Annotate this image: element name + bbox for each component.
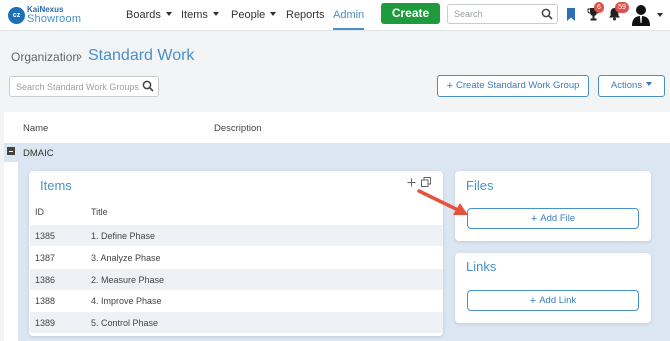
create-group-label: Create Standard Work Group	[456, 80, 580, 91]
item-id: 1385	[35, 231, 56, 241]
nav-admin[interactable]: Admin	[333, 8, 365, 30]
collapse-icon[interactable]	[7, 147, 15, 155]
item-title: 1. Define Phase	[91, 231, 156, 241]
nav-items[interactable]: Items	[181, 8, 219, 24]
item-id: 1388	[35, 296, 56, 306]
nav-boards[interactable]: Boards	[126, 8, 172, 24]
kainexus-logo[interactable]: cz KaiNexus Showroom	[8, 4, 82, 26]
item-row[interactable]: 1388 4. Improve Phase	[30, 290, 443, 311]
item-row[interactable]: 1385 1. Define Phase	[30, 225, 443, 246]
items-column-title[interactable]: Title	[91, 207, 108, 217]
logo-mark: cz	[8, 7, 25, 24]
items-column-id[interactable]: ID	[35, 207, 44, 217]
nav-people[interactable]: People	[231, 8, 277, 24]
item-title: 5. Control Phase	[91, 318, 159, 328]
plus-icon: +	[446, 80, 454, 92]
nav-reports-label: Reports	[286, 9, 325, 21]
arrow-annotation	[417, 189, 468, 215]
column-header-name[interactable]: Name	[23, 123, 48, 134]
chevron-down-icon	[165, 12, 172, 16]
item-id: 1387	[35, 253, 56, 263]
breadcrumb-separator: ›	[78, 49, 82, 63]
chevron-down-icon	[212, 12, 219, 16]
chevron-down-icon	[646, 82, 653, 86]
nav-admin-label: Admin	[333, 9, 365, 21]
create-standard-work-group-button[interactable]: + Create Standard Work Group	[437, 75, 589, 97]
bookmark-icon[interactable]	[566, 8, 576, 21]
breadcrumb-organization[interactable]: Organization	[11, 50, 79, 64]
links-panel-title: Links	[466, 259, 497, 274]
avatar-chevron-down-icon[interactable]	[657, 13, 663, 17]
item-row[interactable]: 1389 5. Control Phase	[30, 312, 443, 333]
search-icon[interactable]	[142, 80, 154, 92]
bell-badge: 59	[615, 2, 629, 13]
item-row[interactable]: 1387 3. Analyze Phase	[30, 247, 443, 268]
avatar-icon[interactable]	[632, 4, 650, 26]
global-search	[447, 4, 558, 24]
plus-icon: +	[529, 295, 537, 307]
nav-boards-label: Boards	[126, 9, 161, 21]
top-navbar: cz KaiNexus Showroom Boards Items People…	[0, 0, 670, 31]
logo-site-text: Showroom	[27, 13, 82, 25]
plus-icon: +	[530, 213, 538, 225]
global-search-input[interactable]	[448, 5, 538, 23]
page-title: Standard Work	[88, 47, 195, 64]
plus-icon[interactable]	[407, 178, 416, 187]
add-file-button[interactable]: + Add File	[467, 208, 639, 229]
column-header-description[interactable]: Description	[214, 123, 262, 134]
trophy-badge: 6	[594, 2, 604, 13]
item-id: 1389	[35, 318, 56, 328]
item-title: 2. Measure Phase	[91, 275, 165, 285]
add-file-label: Add File	[540, 213, 576, 224]
actions-label: Actions	[610, 80, 643, 91]
group-name: DMAIC	[23, 148, 54, 159]
group-search-input[interactable]	[10, 77, 140, 96]
item-row[interactable]: 1386 2. Measure Phase	[30, 269, 443, 290]
group-search	[9, 76, 159, 97]
items-panel-title: Items	[40, 178, 72, 193]
add-link-label: Add Link	[539, 295, 577, 306]
create-button[interactable]: Create	[381, 3, 440, 24]
chevron-down-icon	[270, 12, 277, 16]
search-icon[interactable]	[541, 8, 553, 20]
nav-people-label: People	[231, 9, 266, 21]
item-id: 1386	[35, 275, 56, 285]
add-link-button[interactable]: + Add Link	[467, 290, 639, 311]
nav-reports[interactable]: Reports	[286, 8, 325, 24]
actions-dropdown-button[interactable]: Actions	[598, 75, 665, 97]
group-row[interactable]	[4, 143, 670, 162]
copy-icon[interactable]	[421, 177, 431, 187]
nav-items-label: Items	[181, 9, 208, 21]
item-title: 3. Analyze Phase	[91, 253, 161, 263]
item-title: 4. Improve Phase	[91, 296, 162, 306]
